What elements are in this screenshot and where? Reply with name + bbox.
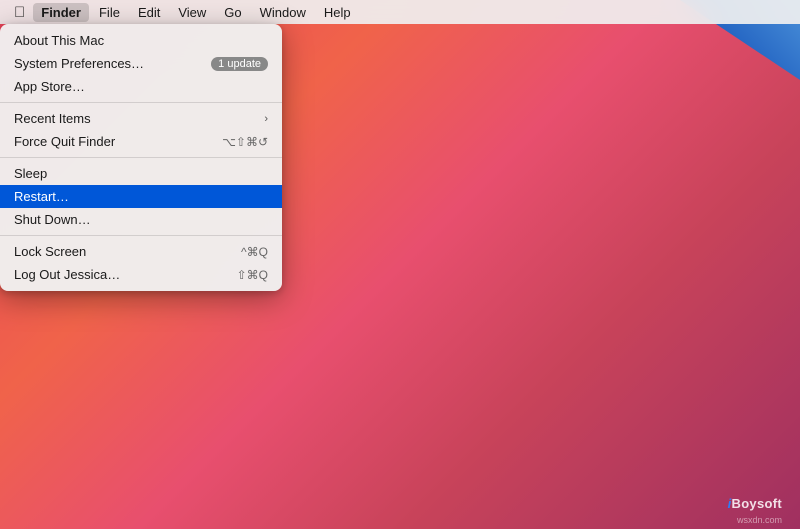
recent-items-label: Recent Items [14, 111, 91, 126]
separator-1 [0, 102, 282, 103]
lock-screen-label: Lock Screen [14, 244, 86, 259]
apple-dropdown-menu: About This Mac System Preferences… 1 upd… [0, 24, 282, 291]
menu-item-restart[interactable]: Restart… [0, 185, 282, 208]
watermark-site: wsxdn.com [737, 515, 782, 525]
apple-menu-button[interactable]:  [8, 2, 31, 23]
menu-item-shut-down[interactable]: Shut Down… [0, 208, 282, 231]
recent-items-arrow: › [264, 113, 268, 125]
view-menu-button[interactable]: View [170, 3, 214, 22]
finder-menu-button[interactable]: Finder [33, 3, 89, 22]
force-quit-shortcut: ⌥⇧⌘↺ [222, 135, 268, 149]
sleep-label: Sleep [14, 166, 47, 181]
menu-item-lock-screen[interactable]: Lock Screen ^⌘Q [0, 240, 282, 263]
menu-item-system-prefs[interactable]: System Preferences… 1 update [0, 52, 282, 75]
edit-menu-button[interactable]: Edit [130, 3, 168, 22]
system-prefs-badge: 1 update [211, 57, 268, 71]
menu-item-about-mac-label: About This Mac [14, 33, 104, 48]
separator-2 [0, 157, 282, 158]
watermark-brand-text: Boysoft [732, 496, 783, 511]
menu-item-recent-items[interactable]: Recent Items › [0, 107, 282, 130]
lock-screen-shortcut: ^⌘Q [241, 245, 268, 259]
app-store-label: App Store… [14, 79, 85, 94]
go-menu-button[interactable]: Go [216, 3, 249, 22]
menu-item-about-mac[interactable]: About This Mac [0, 29, 282, 52]
menu-item-sleep[interactable]: Sleep [0, 162, 282, 185]
system-prefs-label: System Preferences… [14, 56, 144, 71]
separator-3 [0, 235, 282, 236]
help-menu-button[interactable]: Help [316, 3, 359, 22]
watermark: iBoysoft [728, 496, 782, 511]
shut-down-label: Shut Down… [14, 212, 91, 227]
menu-item-app-store[interactable]: App Store… [0, 75, 282, 98]
restart-label: Restart… [14, 189, 69, 204]
menu-item-log-out[interactable]: Log Out Jessica… ⇧⌘Q [0, 263, 282, 286]
menubar:  Finder File Edit View Go Window Help [0, 0, 800, 24]
log-out-label: Log Out Jessica… [14, 267, 120, 282]
force-quit-label: Force Quit Finder [14, 134, 115, 149]
window-menu-button[interactable]: Window [252, 3, 314, 22]
file-menu-button[interactable]: File [91, 3, 128, 22]
log-out-shortcut: ⇧⌘Q [237, 268, 268, 282]
menu-item-force-quit[interactable]: Force Quit Finder ⌥⇧⌘↺ [0, 130, 282, 153]
